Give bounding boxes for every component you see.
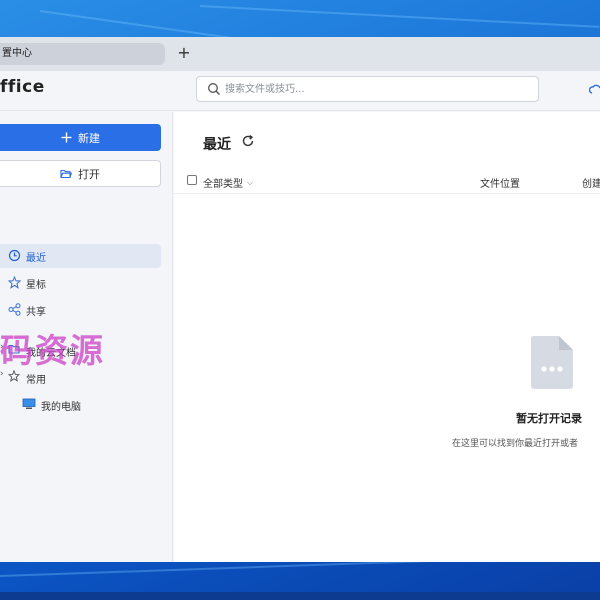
page-title: 最近 (203, 137, 231, 153)
cloud-icon[interactable] (589, 83, 600, 95)
new-button-label: 新建 (78, 131, 100, 145)
plus-icon (61, 132, 72, 143)
office-window: 置中心 + ffice 新建 打 (0, 37, 600, 562)
share-icon (8, 303, 21, 316)
nav-item-label: 共享 (26, 307, 46, 318)
tab-title: 置中心 (2, 48, 32, 59)
search-icon (208, 83, 220, 95)
top-toolbar: ffice (0, 71, 600, 111)
clock-icon (8, 249, 21, 262)
open-button[interactable]: 打开 (0, 160, 161, 187)
main-content: 最近 全部类型 ⌵ 文件位置 创建 暂无打开记录 在这里可以找到你最近打开或者 (174, 112, 600, 562)
tab-bar: 置中心 + (0, 37, 600, 71)
tree-item-label: 常用 (26, 375, 46, 386)
new-tab-button[interactable]: + (176, 43, 192, 65)
list-header: 全部类型 ⌵ 文件位置 创建 (174, 168, 600, 194)
app-logo: ffice (0, 77, 45, 97)
select-all-checkbox[interactable] (187, 175, 197, 185)
computer-icon (22, 398, 36, 409)
document-tab[interactable]: 置中心 (0, 43, 165, 65)
search-box[interactable] (196, 76, 539, 102)
empty-state-title: 暂无打开记录 (516, 412, 582, 425)
refresh-icon[interactable] (241, 134, 255, 148)
type-filter-dropdown[interactable]: 全部类型 ⌵ (203, 175, 254, 191)
column-location[interactable]: 文件位置 (480, 175, 520, 190)
new-button[interactable]: 新建 (0, 124, 161, 151)
empty-document-icon (530, 336, 573, 389)
nav-item-starred[interactable]: 星标 (0, 271, 161, 295)
tree-item-my-computer[interactable]: 我的电脑 (0, 396, 161, 416)
column-created[interactable]: 创建 (582, 175, 600, 190)
nav-item-recent[interactable]: 最近 (0, 244, 161, 268)
search-input[interactable] (225, 80, 525, 98)
sidebar: 新建 打开 最近 星标 共享 › 我的云文档 › 常用 我的电脑 码资源 (0, 112, 173, 562)
open-button-label: 打开 (78, 167, 100, 181)
chevron-down-icon: ⌵ (247, 177, 254, 187)
nav-item-label: 星标 (26, 280, 46, 291)
tree-item-label: 我的电脑 (41, 402, 81, 413)
nav-item-label: 最近 (26, 253, 46, 264)
folder-open-icon (60, 169, 72, 178)
star-icon (8, 276, 21, 289)
tree-item-common[interactable]: › 常用 (0, 369, 161, 389)
nav-item-shared[interactable]: 共享 (0, 298, 161, 322)
column-type-label: 全部类型 (203, 179, 243, 190)
watermark-text: 码资源 (0, 331, 105, 370)
taskbar (0, 592, 600, 600)
empty-state-subtitle: 在这里可以找到你最近打开或者 (452, 439, 579, 449)
wallpaper-ray (199, 5, 600, 28)
